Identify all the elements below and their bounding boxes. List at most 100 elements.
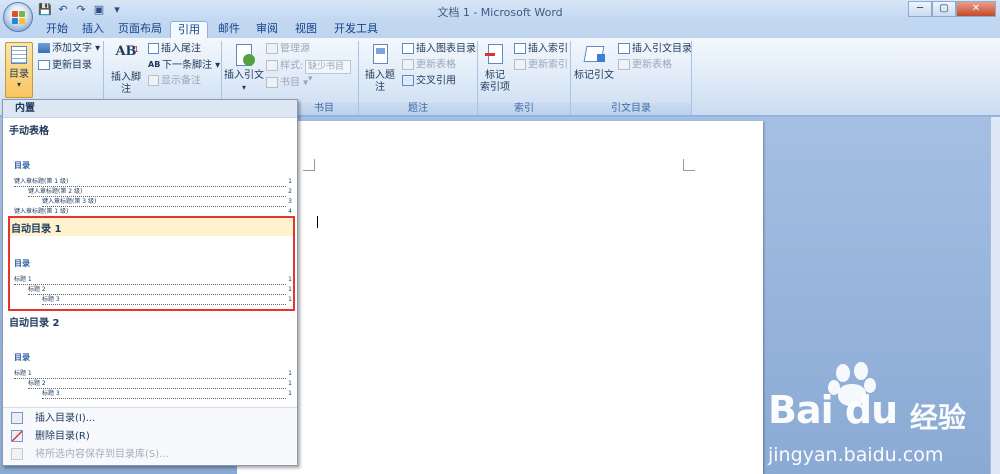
title-bar: 💾 ↶ ↷ ▣ ▾ 文档 1 - Microsoft Word ─ ▢ ✕ bbox=[0, 0, 1000, 20]
close-button[interactable]: ✕ bbox=[956, 1, 996, 17]
show-notes-label: 显示备注 bbox=[161, 75, 201, 87]
maximize-button[interactable]: ▢ bbox=[932, 1, 956, 17]
insert-toa-label: 插入引文目录 bbox=[632, 43, 692, 55]
insert-index-label: 插入索引 bbox=[528, 43, 568, 55]
toc-preview-line: 键入章标题(第 3 级) 3 bbox=[42, 197, 292, 207]
next-footnote-icon: AB bbox=[148, 60, 161, 69]
add-text-label: 添加文字 bbox=[52, 43, 92, 54]
save-selection-label: 将所选内容保存到目录库(S)... bbox=[35, 449, 169, 460]
insert-toc-label: 插入目录(I)... bbox=[35, 413, 96, 424]
update-table-label: 更新表格 bbox=[416, 59, 456, 71]
citations-group-label: 书目 bbox=[290, 103, 358, 115]
insert-endnote-label: 插入尾注 bbox=[161, 43, 201, 55]
mark-entry-icon bbox=[482, 44, 508, 68]
insert-table-of-figures-button[interactable]: 插入图表目录 bbox=[402, 43, 476, 56]
toc-line-text: 标题 1 bbox=[14, 370, 33, 377]
document-page[interactable] bbox=[237, 121, 763, 474]
update-toc-label: 更新目录 bbox=[52, 60, 92, 71]
toc-line-page: 2 bbox=[287, 187, 292, 197]
insert-caption-button[interactable]: 插入题注 bbox=[361, 44, 399, 94]
watermark-url: jingyan.baidu.com bbox=[768, 444, 944, 466]
footnote-icon: AB 1 bbox=[115, 44, 139, 59]
toc-line-text: 键入章标题(第 1 级) bbox=[14, 208, 70, 215]
tab-page-layout[interactable]: 页面布局 bbox=[114, 21, 166, 38]
office-button[interactable] bbox=[3, 2, 33, 32]
citation-style-select[interactable]: 缺少书目 ▾ bbox=[305, 60, 351, 84]
manual-table-title: 手动表格 bbox=[9, 126, 49, 137]
toc-preview-line: 标题 1 1 bbox=[14, 275, 292, 285]
toc-line-page: 1 bbox=[287, 369, 292, 379]
insert-index-icon bbox=[514, 43, 526, 54]
tab-insert[interactable]: 插入 bbox=[76, 21, 110, 38]
insert-endnote-button[interactable]: 插入尾注 bbox=[148, 43, 201, 56]
table-of-figures-icon bbox=[402, 43, 414, 54]
toc-button-label: 目录 bbox=[9, 69, 29, 80]
mark-entry-label-2: 索引项 bbox=[480, 82, 510, 93]
window-controls: ─ ▢ ✕ bbox=[908, 1, 996, 17]
cross-reference-button[interactable]: 交叉引用 bbox=[402, 75, 456, 88]
margin-mark-left bbox=[303, 159, 315, 171]
update-table-icon bbox=[402, 59, 414, 70]
insert-citation-button[interactable]: 插入引文 ▾ bbox=[224, 44, 264, 94]
tab-home[interactable]: 开始 bbox=[40, 21, 74, 38]
gallery-item-auto-toc-2[interactable]: 自动目录 2 目录 标题 1 1 标题 2 1 标题 3 1 bbox=[3, 312, 297, 406]
tab-view[interactable]: 视图 bbox=[289, 21, 323, 38]
gallery-item-manual-table[interactable]: 手动表格 目录 键入章标题(第 1 级) 1 键入章标题(第 2 级) 2 键入章标题(… bbox=[3, 119, 297, 217]
save-selection-icon bbox=[11, 448, 23, 460]
toc-line-text: 键入章标题(第 1 级) bbox=[14, 178, 70, 185]
mark-entry-button[interactable]: 标记 索引项 bbox=[480, 44, 510, 94]
save-selection-menu-item[interactable]: 将所选内容保存到目录库(S)... bbox=[11, 446, 169, 464]
tab-review[interactable]: 审阅 bbox=[250, 21, 284, 38]
toc-line-page: 3 bbox=[287, 197, 292, 207]
add-text-button[interactable]: 添加文字 ▾ bbox=[38, 43, 100, 55]
toc-preview-line: 标题 3 1 bbox=[42, 295, 292, 305]
bibliography-button[interactable]: 书目 ▾ bbox=[266, 77, 308, 90]
bibliography-icon bbox=[266, 77, 278, 88]
insert-citation-label: 插入引文 bbox=[224, 70, 264, 81]
mark-citation-icon bbox=[581, 44, 607, 68]
toc-preview-line: 标题 2 1 bbox=[28, 285, 292, 295]
margin-mark-right bbox=[683, 159, 695, 171]
manage-sources-button[interactable]: 管理源 bbox=[266, 43, 310, 56]
update-toa-button[interactable]: 更新表格 bbox=[618, 59, 672, 72]
next-footnote-button[interactable]: AB 下一条脚注 ▾ bbox=[148, 59, 220, 72]
remove-toc-icon bbox=[11, 430, 23, 442]
tab-mailings[interactable]: 邮件 bbox=[212, 21, 246, 38]
show-notes-button[interactable]: 显示备注 bbox=[148, 75, 201, 88]
insert-footnote-button[interactable]: AB 1 插入脚注 bbox=[107, 44, 145, 96]
citation-style-value: 缺少书目 bbox=[308, 62, 345, 72]
insert-index-button[interactable]: 插入索引 bbox=[514, 43, 568, 56]
insert-toa-button[interactable]: 插入引文目录 bbox=[618, 43, 692, 56]
update-table-button[interactable]: 更新表格 bbox=[402, 59, 456, 72]
update-index-label: 更新索引 bbox=[528, 59, 568, 71]
toc-line-page: 1 bbox=[287, 285, 292, 295]
tab-references[interactable]: 引用 bbox=[170, 21, 208, 38]
gallery-item-auto-toc-1[interactable]: 自动目录 1 目录 标题 1 1 标题 2 1 标题 3 1 bbox=[8, 216, 295, 311]
tab-developer[interactable]: 开发工具 bbox=[328, 21, 384, 38]
toc-gallery-dropdown: 内置 手动表格 目录 键入章标题(第 1 级) 1 键入章标题(第 2 级) 2 键入章… bbox=[2, 99, 298, 466]
toc-line-text: 键入章标题(第 3 级) bbox=[42, 198, 98, 205]
toc-preview-line: 标题 1 1 bbox=[14, 369, 292, 379]
update-index-button[interactable]: 更新索引 bbox=[514, 59, 568, 72]
style-icon bbox=[266, 60, 278, 71]
office-logo-icon bbox=[12, 11, 26, 25]
remove-toc-menu-item[interactable]: 删除目录(R) bbox=[11, 428, 90, 446]
citation-icon bbox=[231, 44, 257, 68]
toc-line-page: 1 bbox=[287, 389, 292, 399]
add-text-icon bbox=[38, 43, 50, 53]
auto-toc-2-title: 自动目录 2 bbox=[9, 318, 60, 329]
mark-citation-button[interactable]: 标记引文 bbox=[574, 44, 614, 82]
show-notes-icon bbox=[148, 75, 159, 86]
toc-line-page: 1 bbox=[287, 275, 292, 285]
index-group-label: 索引 bbox=[478, 103, 570, 115]
toc-line-page: 1 bbox=[287, 379, 292, 389]
toc-button[interactable]: 目录 ▾ bbox=[5, 42, 33, 98]
minimize-button[interactable]: ─ bbox=[908, 1, 932, 17]
auto1-preview-heading: 目录 bbox=[14, 259, 30, 268]
insert-toc-menu-item[interactable]: 插入目录(I)... bbox=[11, 410, 95, 428]
remove-toc-label: 删除目录(R) bbox=[35, 431, 90, 442]
cross-reference-label: 交叉引用 bbox=[416, 75, 456, 87]
update-index-icon bbox=[514, 59, 526, 70]
update-toc-button[interactable]: 更新目录 bbox=[38, 60, 92, 72]
toc-line-text: 键入章标题(第 2 级) bbox=[28, 188, 84, 195]
